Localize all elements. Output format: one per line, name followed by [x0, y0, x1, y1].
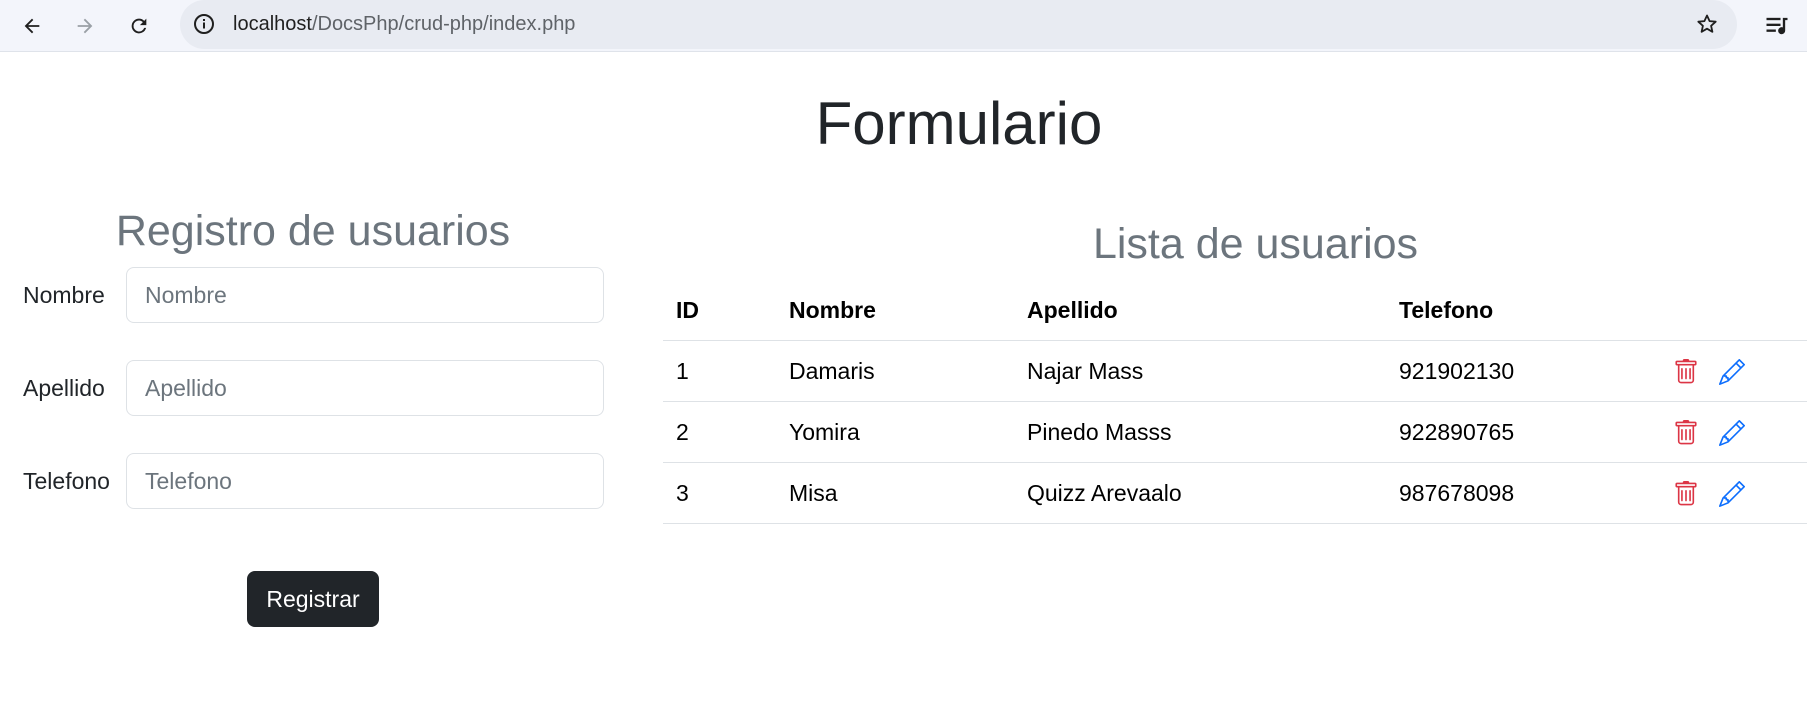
- arrow-right-icon: [77, 18, 93, 34]
- telefono-label: Telefono: [23, 468, 110, 494]
- cell-telefono: 921902130: [1386, 340, 1673, 402]
- list-title: Lista de usuarios: [1092, 220, 1419, 268]
- cell-apellido: Quizz Arevaalo: [1014, 462, 1386, 524]
- pencil-icon[interactable]: [1719, 480, 1746, 507]
- back-button[interactable]: [14, 8, 50, 44]
- cell-apellido: Pinedo Masss: [1014, 401, 1386, 463]
- pencil-icon[interactable]: [1719, 358, 1746, 385]
- users-table: ID Nombre Apellido Telefono 1 Damaris Na…: [663, 280, 1807, 524]
- page-title: Formulario: [815, 90, 1103, 157]
- cell-nombre: Yomira: [776, 401, 1014, 463]
- cell-actions: [1673, 340, 1807, 402]
- apellido-label: Apellido: [23, 375, 105, 401]
- trash-icon[interactable]: [1673, 358, 1699, 385]
- url-text[interactable]: localhost/DocsPhp/crud-php/index.php: [233, 0, 575, 49]
- table-row: 2 Yomira Pinedo Masss 922890765: [663, 401, 1807, 463]
- pencil-icon[interactable]: [1719, 419, 1746, 446]
- cell-telefono: 987678098: [1386, 462, 1673, 524]
- reload-icon: [131, 18, 147, 34]
- telefono-input[interactable]: [126, 453, 604, 509]
- apellido-input[interactable]: [126, 360, 604, 416]
- table-header-row: ID Nombre Apellido Telefono: [663, 280, 1807, 341]
- column-header-id: ID: [663, 280, 776, 341]
- star-icon[interactable]: [1695, 12, 1719, 36]
- cell-apellido: Najar Mass: [1014, 340, 1386, 402]
- nombre-input[interactable]: [126, 267, 604, 323]
- cell-id: 2: [663, 401, 776, 463]
- forward-button[interactable]: [67, 8, 103, 44]
- column-header-apellido: Apellido: [1014, 280, 1386, 341]
- browser-toolbar: localhost/DocsPhp/crud-php/index.php: [0, 0, 1807, 52]
- cell-nombre: Damaris: [776, 340, 1014, 402]
- nombre-label: Nombre: [23, 282, 105, 308]
- registrar-button[interactable]: Registrar: [247, 571, 379, 627]
- cell-actions: [1673, 462, 1807, 524]
- url-path: /DocsPhp/crud-php/index.php: [311, 13, 576, 35]
- trash-icon[interactable]: [1673, 419, 1699, 446]
- cell-id: 3: [663, 462, 776, 524]
- url-host: localhost: [233, 13, 312, 35]
- info-icon[interactable]: [192, 12, 216, 36]
- reload-button[interactable]: [121, 8, 157, 44]
- table-row: 3 Misa Quizz Arevaalo 987678098: [663, 462, 1807, 524]
- cell-actions: [1673, 401, 1807, 463]
- trash-icon[interactable]: [1673, 480, 1699, 507]
- column-header-actions: [1673, 280, 1807, 341]
- form-title: Registro de usuarios: [115, 207, 511, 255]
- column-header-nombre: Nombre: [776, 280, 1014, 341]
- cell-nombre: Misa: [776, 462, 1014, 524]
- media-queue-icon[interactable]: [1763, 12, 1791, 40]
- cell-telefono: 922890765: [1386, 401, 1673, 463]
- arrow-left-icon: [24, 18, 40, 34]
- address-bar[interactable]: localhost/DocsPhp/crud-php/index.php: [180, 0, 1737, 49]
- column-header-telefono: Telefono: [1386, 280, 1673, 341]
- table-row: 1 Damaris Najar Mass 921902130: [663, 340, 1807, 402]
- cell-id: 1: [663, 340, 776, 402]
